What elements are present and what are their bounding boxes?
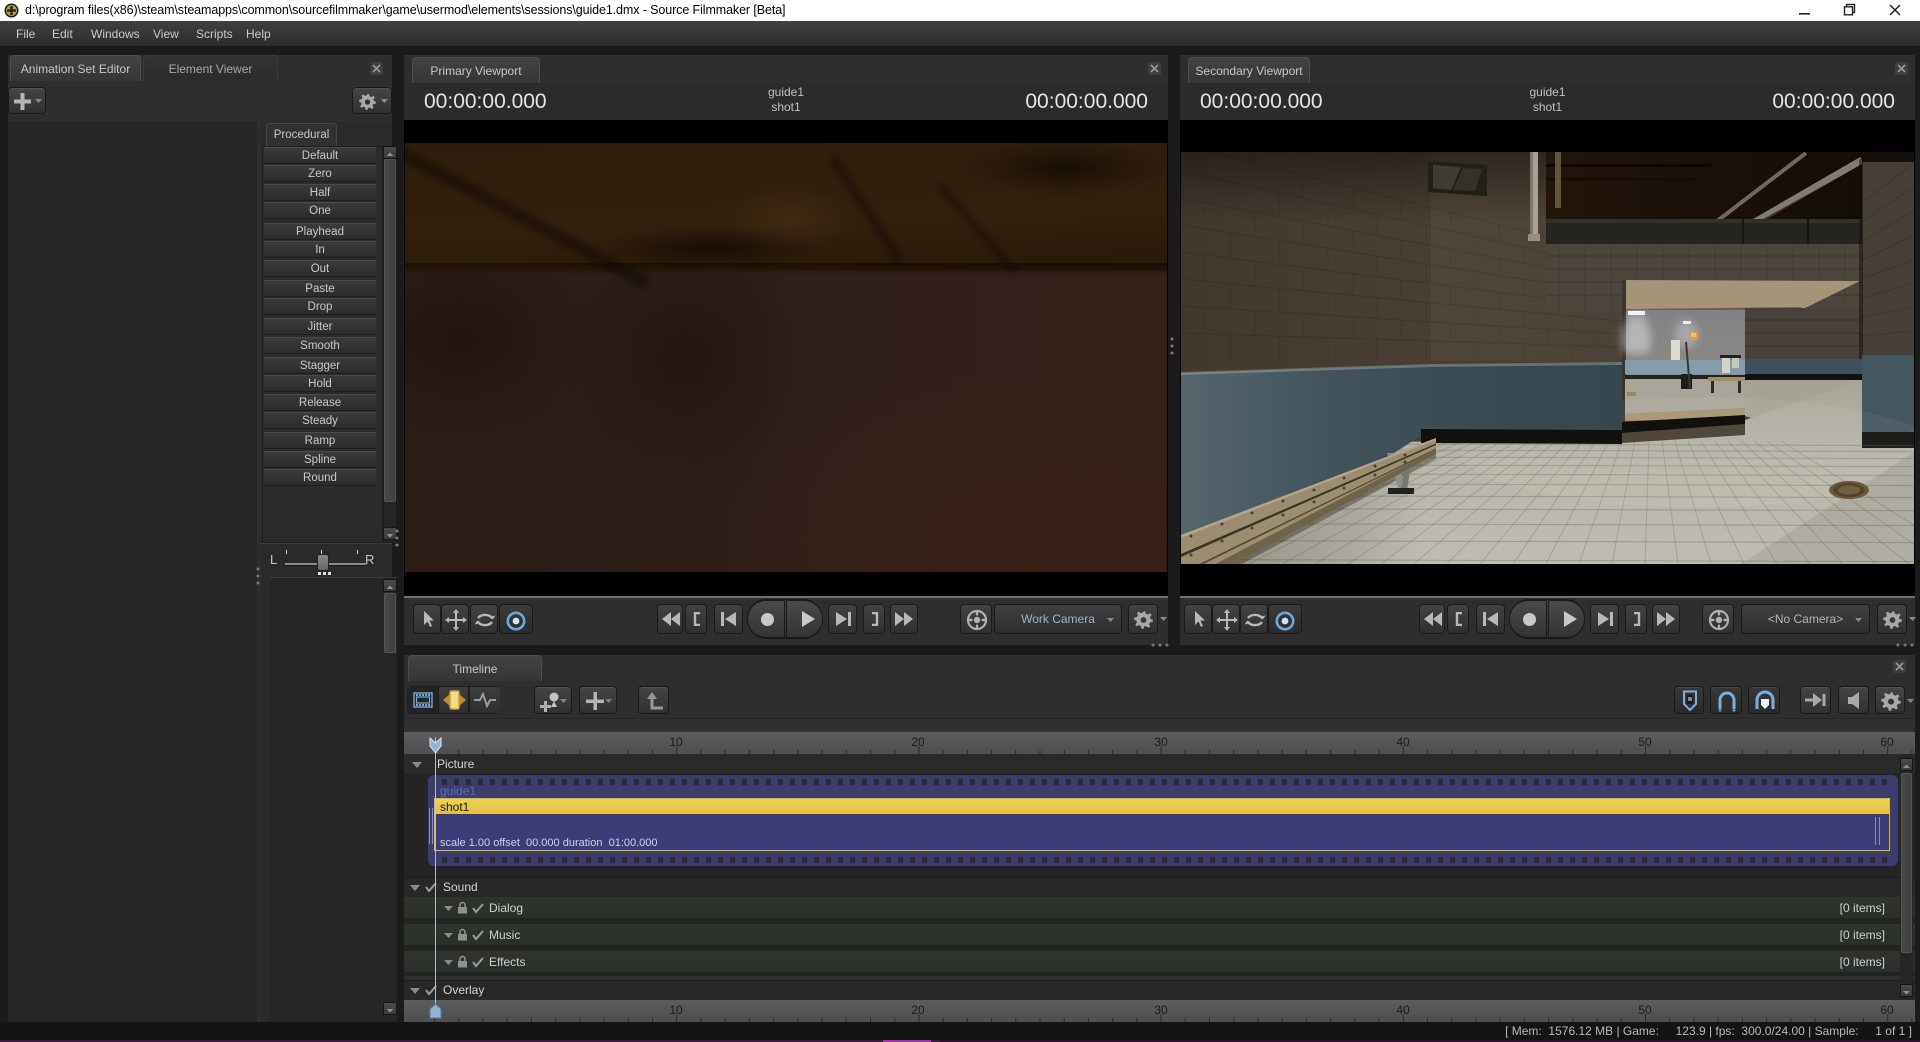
svg-text:30: 30 — [1154, 1003, 1168, 1017]
svg-text:60: 60 — [1880, 735, 1894, 749]
svg-text:10: 10 — [669, 1003, 683, 1017]
svg-text:30: 30 — [1154, 735, 1168, 749]
svg-text:40: 40 — [1396, 735, 1410, 749]
svg-text:20: 20 — [911, 1003, 925, 1017]
svg-text:10: 10 — [669, 735, 683, 749]
svg-text:40: 40 — [1396, 1003, 1410, 1017]
svg-text:60: 60 — [1880, 1003, 1894, 1017]
svg-text:20: 20 — [911, 735, 925, 749]
svg-text:50: 50 — [1638, 1003, 1652, 1017]
svg-text:50: 50 — [1638, 735, 1652, 749]
